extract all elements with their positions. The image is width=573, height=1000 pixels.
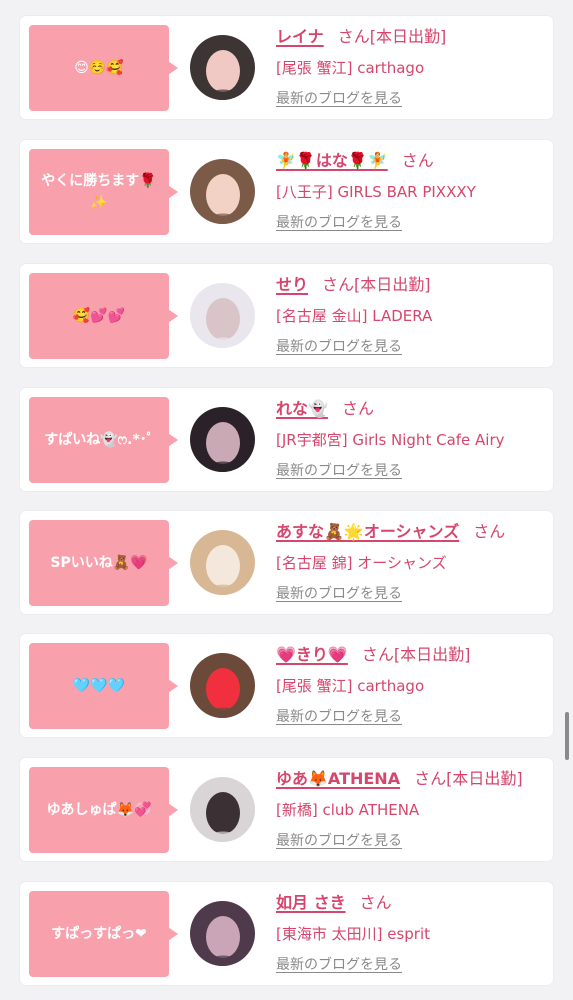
message-bubble: すぱっすぱっ❤ — [29, 891, 178, 977]
honorific: さん — [414, 769, 447, 788]
latest-blog-link[interactable]: 最新のブログを見る — [276, 830, 402, 852]
avatar[interactable] — [190, 159, 255, 224]
latest-blog-link[interactable]: 最新のブログを見る — [276, 336, 402, 358]
shop-info: [JR宇都宮] Girls Night Cafe Airy — [276, 431, 505, 449]
message-bubble: やくに勝ちます🌹✨ — [29, 149, 178, 235]
honorific: さん — [401, 151, 434, 170]
shop-info: [尾張 蟹江] carthago — [276, 59, 425, 77]
message-bubble: SPいいね🧸💗 — [29, 520, 178, 606]
honorific: さん — [341, 399, 374, 418]
honorific: さん — [322, 275, 355, 294]
honorific: さん — [337, 27, 370, 46]
latest-blog-link[interactable]: 最新のブログを見る — [276, 88, 402, 110]
avatar[interactable] — [190, 777, 255, 842]
latest-blog-link[interactable]: 最新のブログを見る — [276, 954, 402, 976]
shop-info: [名古屋 錦] オーシャンズ — [276, 554, 447, 572]
cast-card: すぱっすぱっ❤ 如月 さき さん [東海市 太田川] esprit 最新のブログを… — [20, 882, 553, 985]
shop-info: [名古屋 金山] LADERA — [276, 307, 433, 325]
message-text: 😊☺️🥰 — [74, 60, 124, 76]
message-text: すぱいね👻ෆ.*･ﾟ — [44, 432, 154, 448]
status-tag: [本日出勤] — [393, 645, 471, 664]
message-bubble: ゆあしゅぱ🦊💞 — [29, 767, 178, 853]
cast-card: ゆあしゅぱ🦊💞 ゆあ🦊ATHENA さん[本日出勤] [新橋] club ATHE… — [20, 758, 553, 861]
cast-name-link[interactable]: あすな🧸🌟オーシャンズ — [276, 522, 459, 541]
cast-name-link[interactable]: れな👻 — [276, 399, 328, 418]
status-tag: [本日出勤] — [446, 769, 523, 788]
shop-info: [八王子] GIRLS BAR PIXXXY — [276, 183, 476, 201]
message-text: SPいいね🧸💗 — [50, 555, 148, 571]
status-tag: [本日出勤] — [369, 27, 447, 46]
avatar[interactable] — [190, 901, 255, 966]
message-bubble: 🥰💕💕 — [29, 273, 178, 359]
shop-info: [新橋] club ATHENA — [276, 801, 420, 819]
cast-card: すぱいね👻ෆ.*･ﾟ れな👻 さん [JR宇都宮] Girls Night Caf… — [20, 388, 553, 491]
cast-card: 😊☺️🥰 レイナ さん[本日出勤] [尾張 蟹江] carthago 最新のブログ… — [20, 16, 553, 119]
message-text: 🥰💕💕 — [72, 308, 126, 324]
message-bubble: 😊☺️🥰 — [29, 25, 178, 111]
cast-name-link[interactable]: 🧚🌹はな🌹🧚 — [276, 151, 388, 170]
message-text: やくに勝ちます🌹✨ — [41, 173, 157, 211]
cast-card: 🥰💕💕 せり さん[本日出勤] [名古屋 金山] LADERA 最新のブログを見る — [20, 264, 553, 367]
message-text: 🩵🩵🩵 — [72, 678, 126, 694]
latest-blog-link[interactable]: 最新のブログを見る — [276, 583, 402, 605]
cast-name-link[interactable]: せり — [276, 275, 308, 294]
shop-info: [尾張 蟹江] carthago — [276, 677, 425, 695]
honorific: さん — [359, 893, 392, 912]
status-tag: [本日出勤] — [354, 275, 431, 294]
cast-name-link[interactable]: 💗きり💗 — [276, 645, 348, 664]
honorific: さん — [473, 522, 506, 541]
cast-card: SPいいね🧸💗 あすな🧸🌟オーシャンズ さん [名古屋 錦] オーシャンズ 最新の… — [20, 511, 553, 614]
cast-card: 🩵🩵🩵 💗きり💗 さん[本日出勤] [尾張 蟹江] carthago 最新のブログ… — [20, 634, 553, 737]
shop-info: [東海市 太田川] esprit — [276, 925, 431, 943]
scrollbar[interactable] — [565, 712, 569, 760]
message-text: ゆあしゅぱ🦊💞 — [46, 802, 152, 818]
cast-name-link[interactable]: 如月 さき — [276, 893, 346, 912]
honorific: さん — [361, 645, 394, 664]
avatar[interactable] — [190, 35, 255, 100]
latest-blog-link[interactable]: 最新のブログを見る — [276, 212, 402, 234]
latest-blog-link[interactable]: 最新のブログを見る — [276, 460, 402, 482]
latest-blog-link[interactable]: 最新のブログを見る — [276, 706, 402, 728]
message-text: すぱっすぱっ❤ — [51, 926, 147, 942]
cast-name-link[interactable]: レイナ — [276, 27, 324, 46]
favorites-list: 😊☺️🥰 レイナ さん[本日出勤] [尾張 蟹江] carthago 最新のブログ… — [0, 0, 573, 1000]
avatar[interactable] — [190, 283, 255, 348]
avatar[interactable] — [190, 407, 255, 472]
avatar[interactable] — [190, 530, 255, 595]
cast-card: やくに勝ちます🌹✨ 🧚🌹はな🌹🧚 さん [八王子] GIRLS BAR PIXXX… — [20, 140, 553, 243]
message-bubble: すぱいね👻ෆ.*･ﾟ — [29, 397, 178, 483]
avatar[interactable] — [190, 653, 255, 718]
message-bubble: 🩵🩵🩵 — [29, 643, 178, 729]
cast-name-link[interactable]: ゆあ🦊ATHENA — [276, 769, 400, 788]
